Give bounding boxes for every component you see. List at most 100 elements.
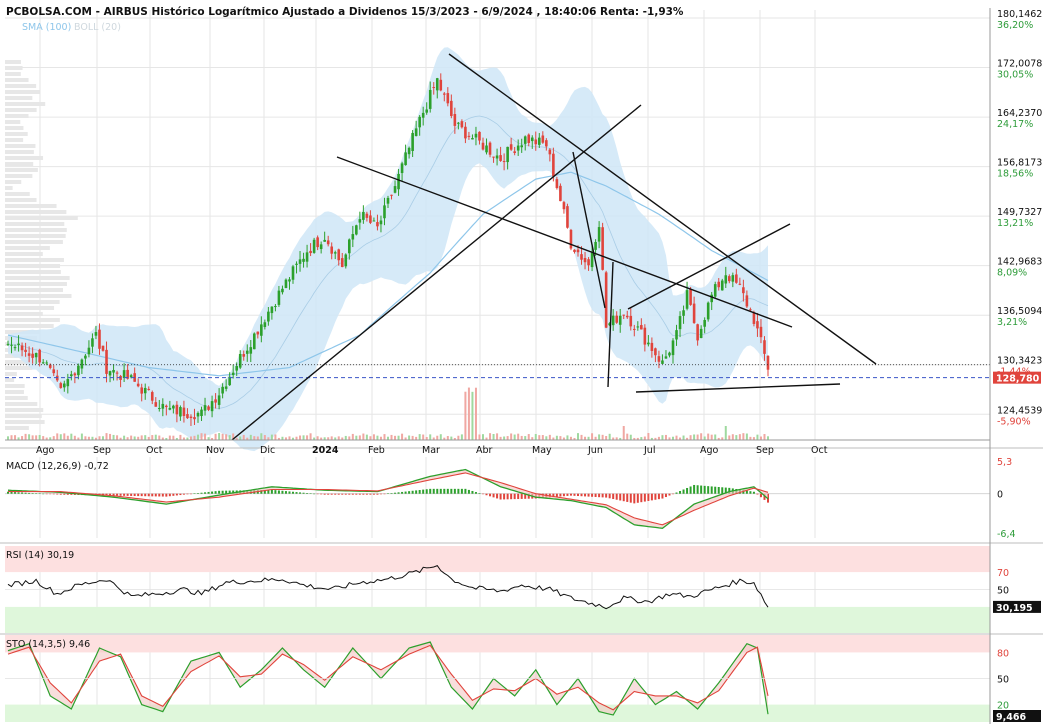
volume-bar: [464, 391, 467, 440]
volume-bar: [731, 434, 734, 440]
macd-histogram-bar: [299, 492, 302, 494]
candle-body: [657, 356, 661, 362]
macd-histogram-bar: [605, 493, 608, 498]
boll-legend: BOLL (20): [74, 22, 121, 33]
candle-body: [260, 324, 263, 336]
macd-histogram-bar: [372, 493, 375, 495]
macd-histogram-bar: [221, 490, 224, 494]
candle-body: [386, 197, 390, 204]
volume-bar: [478, 434, 481, 440]
candle-body: [464, 126, 467, 139]
candle-body: [485, 145, 488, 153]
candle-body: [573, 249, 576, 252]
candle-body: [13, 347, 17, 349]
candle-body: [397, 173, 400, 190]
candle-body: [587, 259, 590, 266]
candle-body: [165, 405, 168, 408]
volume-bar: [446, 436, 449, 440]
candle-body: [136, 383, 140, 387]
macd-histogram-bar: [189, 493, 192, 495]
candle-body: [428, 89, 432, 109]
macd-histogram-bar: [721, 487, 724, 494]
macd-histogram-bar: [710, 486, 713, 494]
volume-bar: [189, 436, 192, 440]
candle-body: [112, 369, 115, 373]
candle-body: [129, 375, 133, 378]
volume-profile-bar: [5, 186, 13, 190]
candle-body: [319, 244, 323, 250]
candle-body: [365, 213, 369, 218]
macd-histogram-bar: [337, 493, 340, 495]
x-tick-label: Oct: [146, 445, 163, 456]
macd-histogram-bar: [411, 490, 414, 494]
candle-body: [330, 246, 334, 254]
macd-histogram-bar: [478, 493, 481, 494]
volume-bar: [73, 435, 76, 440]
candle-body: [326, 240, 330, 245]
volume-bar: [256, 436, 259, 440]
volume-bar: [200, 433, 203, 440]
candle-body: [481, 142, 485, 150]
candle-body: [502, 161, 506, 163]
volume-profile-bar: [5, 216, 78, 220]
chart-root: MACD (12,26,9) -0,72 5,3 0 -6,4 RSI (14) 30…: [0, 0, 1043, 728]
volume-bar: [24, 433, 27, 440]
macd-histogram-bar: [334, 493, 337, 495]
macd-histogram-bar: [323, 493, 326, 495]
macd-histogram-bar: [700, 485, 703, 494]
x-tick-label: Nov: [206, 445, 225, 456]
volume-bar: [394, 435, 397, 440]
candle-body: [284, 279, 288, 289]
candle-body: [495, 155, 499, 159]
candle-body: [435, 78, 439, 91]
candle-body: [242, 354, 246, 357]
macd-histogram-bar: [650, 493, 653, 501]
macd-histogram-bar: [28, 492, 31, 494]
volume-bar: [689, 435, 692, 440]
macd-histogram-bar: [66, 493, 69, 495]
volume-profile-bar: [5, 66, 23, 70]
macd-histogram-bar: [211, 491, 214, 494]
volume-profile-bar: [5, 78, 29, 82]
volume-profile-bar: [5, 156, 44, 160]
candle-body: [179, 407, 182, 417]
macd-histogram-bar: [661, 493, 664, 499]
percent-tick-label: 3,21%: [997, 317, 1027, 328]
macd-histogram-bar: [394, 492, 397, 494]
macd-histogram-bar: [408, 491, 411, 494]
candle-body: [597, 227, 601, 242]
volume-bar: [591, 433, 594, 440]
candle-body: [622, 314, 626, 316]
volume-bar: [703, 436, 706, 440]
candle-body: [224, 386, 228, 389]
volume-profile-bar: [5, 414, 42, 418]
volume-bar: [351, 433, 354, 440]
volume-bar: [179, 434, 182, 440]
chart-title: PCBOLSA.COM - AIRBUS Histórico Logarítmi…: [6, 6, 684, 18]
candle-body: [534, 139, 538, 145]
candle-body: [207, 406, 210, 410]
candle-body: [20, 345, 24, 351]
candle-body: [34, 352, 38, 358]
rsi-overbought-zone: [5, 546, 990, 573]
percent-tick-label: 30,05%: [997, 70, 1033, 81]
candle-body: [625, 315, 629, 318]
macd-histogram-bar: [654, 493, 657, 500]
macd-histogram-bar: [682, 489, 685, 494]
macd-histogram-bar: [351, 493, 354, 495]
x-tick-label: Jun: [587, 445, 603, 456]
candle-body: [460, 121, 464, 128]
percent-tick-label: 8,09%: [997, 268, 1027, 279]
candle-body: [763, 340, 766, 354]
candle-body: [446, 93, 450, 104]
candle-body: [295, 263, 298, 265]
volume-bar: [622, 426, 625, 440]
candle-body: [594, 241, 597, 250]
rsi-tick-label: 50: [997, 586, 1009, 597]
macd-histogram-bar: [615, 493, 618, 500]
volume-profile-bar: [5, 138, 24, 142]
volume-bar: [270, 434, 273, 440]
macd-histogram-bar: [292, 491, 294, 494]
macd-histogram-bar: [52, 493, 55, 495]
sto-tick-label: 20: [997, 701, 1009, 712]
